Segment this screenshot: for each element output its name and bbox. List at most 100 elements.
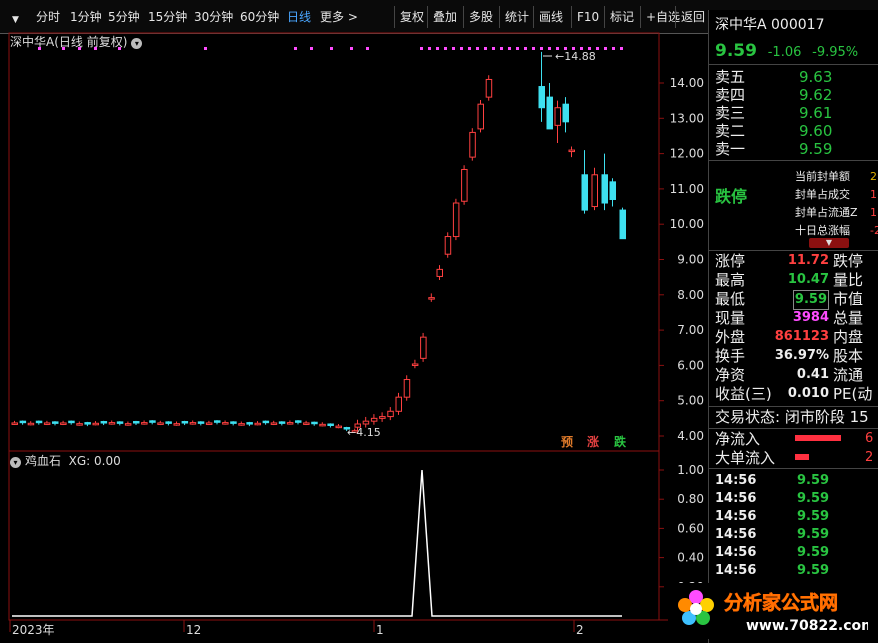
limit-info-value: 1 xyxy=(870,188,877,201)
stat-row: 净资 0.41 流通 xyxy=(715,366,878,384)
ask-row: 卖二 9.60 xyxy=(715,122,832,140)
indicator-tick-label: 0.40 xyxy=(677,551,704,565)
candle-body xyxy=(387,410,394,418)
candle-body xyxy=(444,236,452,255)
candle-body xyxy=(133,421,140,424)
candle-body xyxy=(568,149,575,153)
tick-row: 14:56 9.59 xyxy=(715,490,829,508)
candle-body xyxy=(157,422,164,425)
y-tick-label: 14.00 xyxy=(670,76,704,90)
stat-label: 最低 xyxy=(715,290,746,308)
candle-body xyxy=(278,421,286,424)
candle-body xyxy=(436,268,443,277)
tick-time: 14:56 xyxy=(715,563,757,578)
ask-price: 9.62 xyxy=(799,86,833,104)
candle-body xyxy=(116,421,124,424)
badge-1: 涨 xyxy=(587,434,599,449)
candle-body xyxy=(68,420,75,424)
quote-panel: 深中华A 000017 9.59 -1.06 -9.95% 卖五 9.63 卖四 9.… xyxy=(708,10,878,643)
stat-right-label: PE(动 xyxy=(833,385,873,403)
stat-value: 9.59 xyxy=(792,290,829,310)
candle-body xyxy=(538,86,545,109)
limit-info-value: -2 xyxy=(870,224,878,237)
logo-title: 分析家公式网 xyxy=(724,591,838,614)
candle-body xyxy=(286,422,294,425)
site-logo: 分析家公式网 www.70822.com xyxy=(668,583,876,639)
price-chart[interactable]: 14.0013.0012.0011.0010.009.008.007.006.0… xyxy=(0,0,708,643)
signal-dot xyxy=(516,47,519,50)
x-tick-label: 1 xyxy=(376,623,384,637)
flow-label: 大单流入 xyxy=(715,449,776,467)
limit-info-row: 当前封单额 xyxy=(795,170,850,183)
candle-body xyxy=(205,422,213,425)
candle-body xyxy=(461,168,468,202)
price-change-pct: -9.95% xyxy=(812,45,859,60)
y-tick-label: 13.00 xyxy=(670,111,704,125)
y-tick-label: 12.00 xyxy=(670,147,704,161)
stat-right-label: 股本 xyxy=(833,347,864,365)
candle-body xyxy=(591,174,598,208)
tick-price: 9.59 xyxy=(797,527,830,542)
tick-time: 14:56 xyxy=(715,545,757,560)
indicator-tick-label: 0.60 xyxy=(677,521,704,535)
flow-bar xyxy=(795,454,809,460)
x-tick-label: 2 xyxy=(576,623,584,637)
tick-time: 14:56 xyxy=(715,473,757,488)
candle-body xyxy=(230,421,237,424)
chevron-down-icon[interactable]: ▾ xyxy=(10,457,21,468)
trade-status: 交易状态: 闭市阶段 15 xyxy=(715,408,869,426)
signal-dot xyxy=(540,47,543,50)
candle-body xyxy=(311,421,318,425)
limit-status: 跌停 xyxy=(715,187,748,206)
ask-label: 卖二 xyxy=(715,122,746,140)
stat-label: 净资 xyxy=(715,366,746,384)
signal-dot xyxy=(428,47,431,50)
flow-bar xyxy=(795,435,841,441)
tick-price: 9.59 xyxy=(797,491,830,506)
signal-dot xyxy=(38,47,41,50)
stat-value: 11.72 xyxy=(787,253,829,268)
expand-button[interactable]: ▼ xyxy=(809,238,849,248)
signal-dot xyxy=(548,47,551,50)
flow-row: 大单流入 2 xyxy=(715,449,873,467)
trade-status-extra: 15 xyxy=(849,408,869,426)
signal-dot xyxy=(460,47,463,50)
y-tick-label: 10.00 xyxy=(670,217,704,231)
stock-name: 深中华A 000017 xyxy=(715,17,825,33)
candle-body xyxy=(379,416,386,419)
candle-body xyxy=(469,131,476,158)
candle-body xyxy=(165,421,172,424)
stat-value: 36.97% xyxy=(774,348,829,363)
candle-body xyxy=(100,421,108,424)
candle-body xyxy=(335,425,342,429)
tick-time: 14:56 xyxy=(715,527,757,542)
candle-body xyxy=(554,107,561,126)
indicator-tick-label: 0.80 xyxy=(677,492,704,506)
signal-dot xyxy=(366,47,369,50)
candle-body xyxy=(581,174,588,211)
candle-body xyxy=(27,422,35,426)
signal-dot xyxy=(62,47,65,50)
ask-price: 9.63 xyxy=(799,68,833,86)
stat-row: 收益(三) 0.010 PE(动 xyxy=(715,385,878,403)
candle-body xyxy=(609,181,616,200)
ask-label: 卖一 xyxy=(715,140,746,158)
trade-status-label: 交易状态: 闭市阶段 xyxy=(715,408,845,426)
signal-dot xyxy=(350,47,353,50)
tick-price: 9.59 xyxy=(797,509,830,524)
candle-body xyxy=(19,420,27,424)
logo-url: www.70822.com xyxy=(746,618,868,634)
price-frame xyxy=(8,32,660,452)
signal-dot xyxy=(294,47,297,50)
y-tick-label: 4.00 xyxy=(677,429,704,443)
stat-value: 3984 xyxy=(792,310,829,325)
signal-dot xyxy=(330,47,333,50)
stat-value: 0.010 xyxy=(787,386,829,401)
stat-label: 现量 xyxy=(715,309,746,327)
signal-dot xyxy=(444,47,447,50)
candle-body xyxy=(43,422,51,425)
candle-body xyxy=(173,423,180,426)
tick-time: 14:56 xyxy=(715,509,757,524)
ask-row: 卖一 9.59 xyxy=(715,140,832,158)
indicator-name: 鸡血石 xyxy=(25,454,62,468)
